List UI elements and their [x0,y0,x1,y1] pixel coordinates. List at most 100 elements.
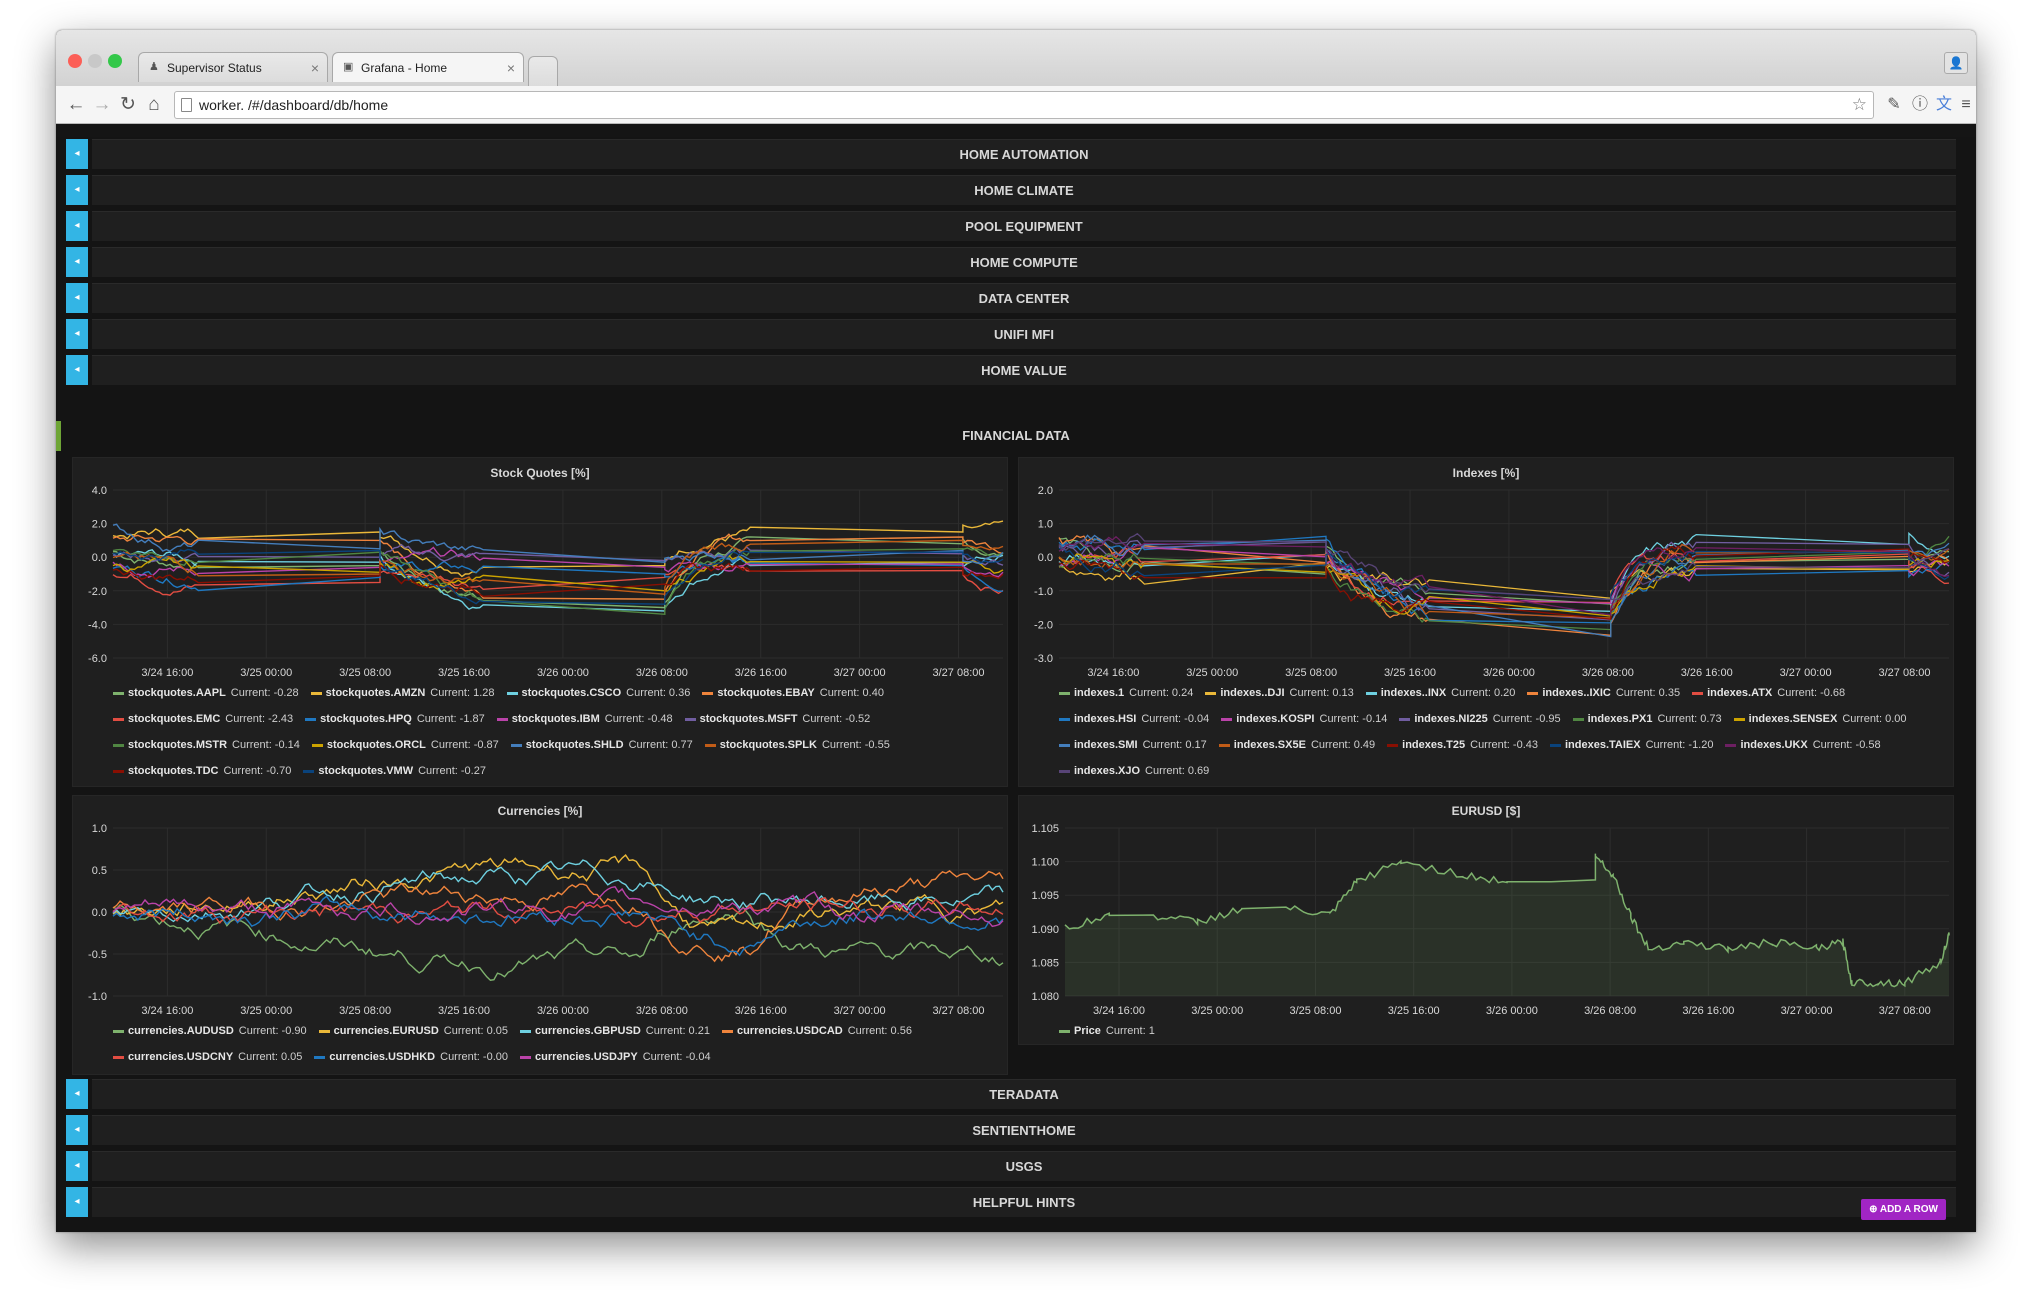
legend-item[interactable]: stockquotes.IBM Current: -0.48 [496,706,673,732]
eyedropper-icon[interactable]: ✎ [1882,93,1906,117]
legend-item[interactable]: stockquotes.EMC Current: -2.43 [113,706,293,732]
legend-item[interactable]: stockquotes.VMW Current: -0.27 [303,758,486,784]
back-icon[interactable]: ← [64,93,88,117]
dashboard-row-pool-equipment[interactable]: ◂ POOL EQUIPMENT [66,209,1956,241]
add-row-button[interactable]: ⊕ ADD A ROW [1861,1199,1946,1220]
legend-item[interactable]: indexes..INX Current: 0.20 [1365,680,1515,706]
row-header-bar[interactable]: POOL EQUIPMENT [92,211,1956,241]
legend-item[interactable]: stockquotes.CSCO Current: 0.36 [506,680,690,706]
menu-icon[interactable]: ≡ [1954,93,1976,117]
info-icon[interactable]: ⓘ [1908,93,1932,117]
translate-icon[interactable]: 文 [1932,93,1956,117]
legend-item[interactable]: stockquotes.ORCL Current: -0.87 [311,732,499,758]
legend-item[interactable]: indexes.UKX Current: -0.58 [1725,732,1881,758]
panel-stock-quotes[interactable]: Stock Quotes [%] 4.0 2.0 0.0 -2.0 -4.0 -6.0 3/… [72,457,1008,787]
legend-item[interactable]: indexes.T25 Current: -0.43 [1387,732,1538,758]
row-collapse-chevron-icon[interactable]: ◂ [66,1187,88,1217]
dashboard-row-unifi-mfi[interactable]: ◂ UNIFI MFI [66,317,1956,349]
row-collapse-chevron-icon[interactable]: ◂ [66,175,88,205]
tab-supervisor[interactable]: ♟ Supervisor Status × [138,52,328,82]
legend-item[interactable]: currencies.AUDUSD Current: -0.90 [113,1018,307,1044]
x-tick-label: 3/26 16:00 [735,1005,787,1017]
legend-item[interactable]: stockquotes.AAPL Current: -0.28 [113,680,299,706]
legend-item[interactable]: currencies.USDCAD Current: 0.56 [721,1018,912,1044]
row-header-bar[interactable]: HOME COMPUTE [92,247,1956,277]
zoom-window-button[interactable] [108,54,122,68]
dashboard-row-usgs[interactable]: ◂ USGS [66,1149,1956,1181]
row-collapse-chevron-icon[interactable]: ◂ [66,139,88,169]
legend-item[interactable]: stockquotes.MSTR Current: -0.14 [113,732,300,758]
legend-item[interactable]: indexes.1 Current: 0.24 [1059,680,1193,706]
row-collapse-chevron-icon[interactable]: ◂ [66,283,88,313]
legend-item[interactable]: indexes.SX5E Current: 0.49 [1218,732,1375,758]
legend-current-value: Current: -0.14 [1319,713,1388,725]
row-header-bar[interactable]: HOME AUTOMATION [92,139,1956,169]
row-collapse-chevron-icon[interactable]: ◂ [66,211,88,241]
row-header-bar[interactable]: SENTIENTHOME [92,1115,1956,1145]
legend-item[interactable]: currencies.USDJPY Current: -0.04 [520,1044,711,1070]
legend-item[interactable]: indexes.TAIEX Current: -1.20 [1550,732,1713,758]
legend-item[interactable]: stockquotes.HPQ Current: -1.87 [305,706,485,732]
legend-item[interactable]: indexes.ATX Current: -0.68 [1692,680,1845,706]
legend-item[interactable]: currencies.EURUSD Current: 0.05 [318,1018,508,1044]
tab-grafana[interactable]: ▣ Grafana - Home × [332,52,524,82]
reload-icon[interactable]: ↻ [116,93,140,117]
legend-item[interactable]: stockquotes.SPLK Current: -0.55 [704,732,890,758]
profile-icon[interactable]: 👤 [1944,52,1968,74]
row-collapse-chevron-icon[interactable]: ◂ [66,1151,88,1181]
home-icon[interactable]: ⌂ [142,93,166,117]
legend-item[interactable]: indexes.XJO Current: 0.69 [1059,758,1209,784]
legend-item[interactable]: stockquotes.MSFT Current: -0.52 [684,706,870,732]
legend-item[interactable]: currencies.GBPUSD Current: 0.21 [520,1018,710,1044]
row-collapse-chevron-icon[interactable]: ◂ [66,1079,88,1109]
row-header-bar[interactable]: TERADATA [92,1079,1956,1109]
dashboard-row-sentienthome[interactable]: ◂ SENTIENTHOME [66,1113,1956,1145]
legend-item[interactable]: indexes.KOSPI Current: -0.14 [1221,706,1387,732]
tab-close-icon[interactable]: × [507,53,515,83]
legend-item[interactable]: stockquotes.EBAY Current: 0.40 [702,680,884,706]
legend-item[interactable]: currencies.USDCNY Current: 0.05 [113,1044,302,1070]
legend-item[interactable]: indexes.PX1 Current: 0.73 [1572,706,1722,732]
row-header-bar[interactable]: HOME CLIMATE [92,175,1956,205]
dashboard-row-home-automation[interactable]: ◂ HOME AUTOMATION [66,137,1956,169]
legend-item[interactable]: indexes.SENSEX Current: 0.00 [1733,706,1907,732]
legend-item[interactable]: currencies.USDHKD Current: -0.00 [314,1044,508,1070]
row-collapse-chevron-icon[interactable]: ◂ [66,355,88,385]
dashboard-row-home-value[interactable]: ◂ HOME VALUE [66,353,1956,385]
panel-indexes[interactable]: Indexes [%] 2.0 1.0 0.0 -1.0 -2.0 -3.0 3/24 16… [1018,457,1954,787]
row-header-bar[interactable]: USGS [92,1151,1956,1181]
row-collapse-chevron-icon[interactable]: ◂ [66,1115,88,1145]
bookmark-star-icon[interactable]: ☆ [1852,92,1867,118]
address-bar[interactable]: worker. /#/dashboard/db/home ☆ [174,91,1874,119]
forward-icon[interactable]: → [90,93,114,117]
row-header-bar[interactable]: UNIFI MFI [92,319,1956,349]
close-window-button[interactable] [68,54,82,68]
dashboard-row-helpful-hints[interactable]: ◂ HELPFUL HINTS [66,1185,1956,1217]
row-collapse-chevron-icon[interactable]: ◂ [66,319,88,349]
dashboard-row-home-compute[interactable]: ◂ HOME COMPUTE [66,245,1956,277]
dashboard-row-home-climate[interactable]: ◂ HOME CLIMATE [66,173,1956,205]
legend-swatch [1059,717,1070,721]
legend-item[interactable]: indexes.HSI Current: -0.04 [1059,706,1209,732]
financial-data-row[interactable]: FINANCIAL DATA [56,421,1976,457]
minimize-window-button[interactable] [88,54,102,68]
panel-eurusd[interactable]: EURUSD [$] 1.105 1.100 1.095 1.090 1.085 1.08… [1018,795,1954,1045]
new-tab-button[interactable] [528,56,558,86]
legend-item[interactable]: stockquotes.AMZN Current: 1.28 [310,680,495,706]
dashboard-row-teradata[interactable]: ◂ TERADATA [66,1077,1956,1109]
legend-item[interactable]: indexes..IXIC Current: 0.35 [1527,680,1680,706]
legend-item[interactable]: indexes..DJI Current: 0.13 [1205,680,1354,706]
legend-item[interactable]: stockquotes.TDC Current: -0.70 [113,758,291,784]
legend-item[interactable]: Price Current: 1 [1059,1018,1155,1044]
legend-item[interactable]: indexes.NI225 Current: -0.95 [1399,706,1561,732]
row-header-bar[interactable]: HOME VALUE [92,355,1956,385]
row-collapse-chevron-icon[interactable]: ◂ [66,247,88,277]
tab-close-icon[interactable]: × [311,53,319,83]
row-header-bar[interactable]: DATA CENTER [92,283,1956,313]
legend-item[interactable]: indexes.SMI Current: 0.17 [1059,732,1207,758]
dashboard-row-data-center[interactable]: ◂ DATA CENTER [66,281,1956,313]
panel-currencies[interactable]: Currencies [%] 1.0 0.5 0.0 -0.5 -1.0 3/24 16:… [72,795,1008,1075]
y-tick-label: -2.0 [88,586,107,598]
row-header-bar[interactable]: HELPFUL HINTS [92,1187,1956,1217]
legend-item[interactable]: stockquotes.SHLD Current: 0.77 [510,732,693,758]
